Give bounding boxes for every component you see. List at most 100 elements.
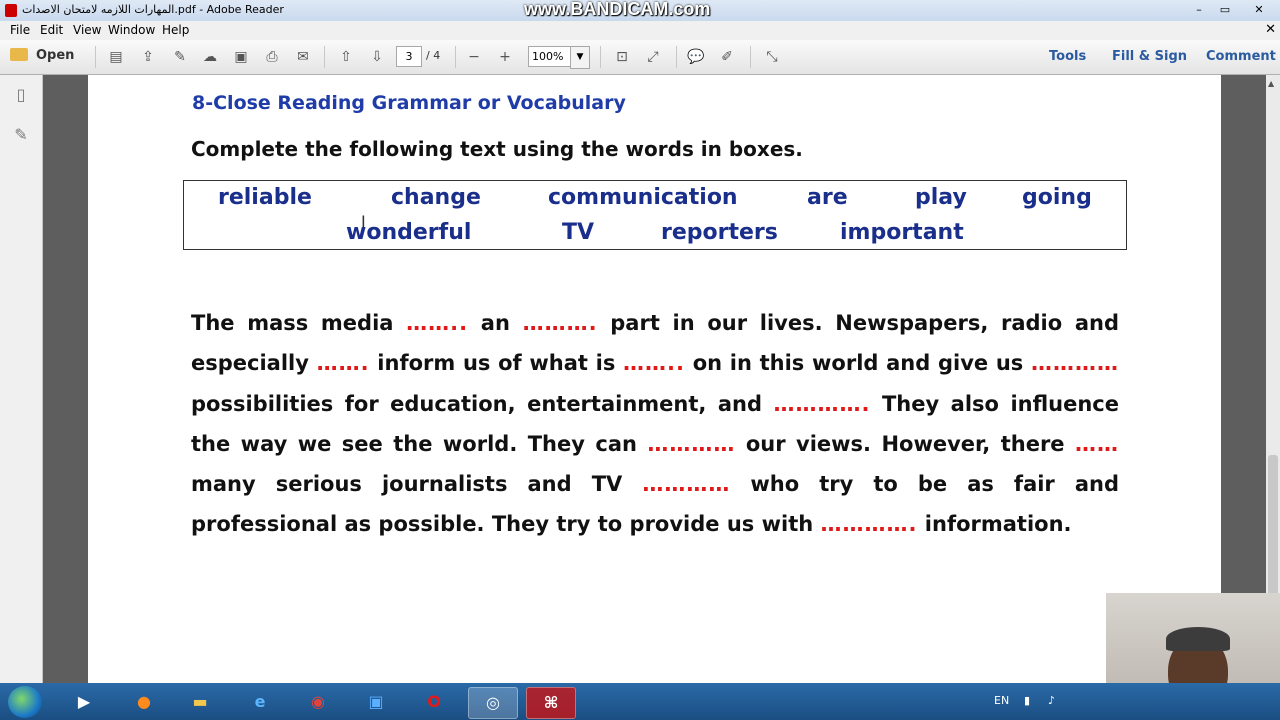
volume-icon[interactable]: ♪ [1048, 694, 1055, 707]
page-total-label: / 4 [426, 49, 441, 62]
bandicam-icon[interactable]: ◎ [468, 687, 518, 719]
toolbar-separator [600, 46, 601, 68]
adobe-reader-taskbar-icon[interactable]: ⌘ [526, 687, 576, 719]
blank-9: ………… [642, 472, 731, 497]
adobe-reader-icon [5, 4, 17, 17]
maximize-button[interactable]: ▭ [1214, 2, 1236, 17]
menu-bar: File Edit View Window Help ✕ [0, 21, 1280, 40]
exercise-instruction: Complete the following text using the wo… [191, 137, 803, 161]
passage-text: on in this world and give us [685, 351, 1031, 376]
word-play: play [915, 185, 967, 210]
exercise-heading: 8-Close Reading Grammar or Vocabulary [192, 92, 626, 114]
blank-6: …………. [773, 391, 871, 416]
start-button-icon[interactable] [8, 686, 42, 718]
close-button[interactable]: ✕ [1244, 2, 1274, 17]
blank-5: ………… [1031, 351, 1119, 376]
language-indicator[interactable]: EN [994, 694, 1009, 707]
chrome-icon[interactable]: ◉ [294, 687, 342, 717]
blank-8: …… [1075, 431, 1119, 456]
presenter-cap [1166, 627, 1230, 651]
word-reporters: reporters [661, 220, 778, 245]
passage-text: inform us of what is [369, 351, 624, 376]
sticky-note-icon[interactable]: 💬 [686, 48, 706, 66]
toolbar-separator [676, 46, 677, 68]
toolbar-separator [95, 46, 96, 68]
fit-width-icon[interactable]: ⤢ [643, 48, 663, 66]
opera-icon[interactable]: O [410, 687, 458, 717]
word-going: going [1022, 185, 1092, 210]
menu-edit[interactable]: Edit [40, 23, 63, 37]
text-cursor-icon: I [361, 212, 366, 231]
word-communication: communication [548, 185, 738, 210]
word-reliable: reliable [218, 185, 312, 210]
minimize-button[interactable]: – [1188, 2, 1210, 17]
blank-2: ………. [522, 311, 598, 335]
open-button[interactable]: Open [10, 48, 74, 63]
file-explorer-icon[interactable]: ▬ [176, 687, 224, 717]
vertical-scrollbar[interactable]: ▲ [1266, 75, 1280, 683]
media-player-icon[interactable]: ▶ [60, 687, 108, 717]
zoom-out-icon[interactable]: − [464, 48, 484, 66]
firefox-icon[interactable]: ● [120, 687, 168, 717]
zoom-input[interactable]: 100% [528, 46, 571, 67]
network-icon[interactable]: ▮ [1024, 694, 1030, 707]
toolbar: Open ▤ ⇪ ✎ ☁ ▣ ⎙ ✉ ⇧ ⇩ − + ⊡ ⤢ 💬 ✐ ⤡ [0, 40, 1280, 75]
print-icon[interactable]: ⎙ [262, 48, 282, 66]
word-important: important [840, 220, 964, 245]
menu-help[interactable]: Help [162, 23, 189, 37]
edit-pdf-icon[interactable]: ✎ [170, 48, 190, 66]
word-box: reliable change communication are play g… [183, 180, 1127, 250]
internet-explorer-icon[interactable]: e [236, 687, 284, 717]
fit-page-icon[interactable]: ⊡ [612, 48, 632, 66]
title-bar: المهارات اللازمه لامتحان الاصدات.pdf - A… [0, 0, 1280, 21]
blank-3: ……. [316, 351, 370, 376]
blank-7: ………… [647, 431, 736, 456]
toolbar-separator [750, 46, 751, 68]
word-change: change [391, 185, 481, 210]
cloze-passage: The mass media …….. an ………. part in our … [191, 303, 1119, 545]
menu-view[interactable]: View [73, 23, 101, 37]
zoom-icon[interactable]: ▣ [352, 687, 400, 717]
passage-text: information. [917, 512, 1072, 537]
fill-sign-button[interactable]: Fill & Sign [1112, 49, 1187, 64]
window-title: المهارات اللازمه لامتحان الاصدات.pdf - A… [22, 3, 284, 16]
next-page-icon[interactable]: ⇩ [367, 48, 387, 66]
menu-window[interactable]: Window [108, 23, 155, 37]
windows-taskbar: ▶ ● ▬ e ◉ ▣ O ◎ ⌘ EN ▮ ♪ [0, 683, 1280, 720]
highlight-icon[interactable]: ✐ [717, 48, 737, 66]
attachments-icon[interactable]: ✎ [12, 125, 30, 145]
blank-4: …….. [623, 351, 685, 376]
comment-button[interactable]: Comment [1206, 49, 1276, 64]
zoom-dropdown-icon[interactable]: ▼ [570, 46, 590, 69]
passage-text: The mass media [191, 311, 407, 335]
scroll-up-icon[interactable]: ▲ [1268, 79, 1274, 88]
open-label: Open [36, 48, 75, 63]
passage-text: possibilities for education, entertainme… [191, 391, 774, 416]
toolbar-separator [455, 46, 456, 68]
bandicam-watermark: www.BANDICAM.com [524, 0, 711, 19]
create-pdf-icon[interactable]: ▤ [106, 48, 126, 66]
menu-file[interactable]: File [10, 23, 30, 37]
previous-page-icon[interactable]: ⇧ [336, 48, 356, 66]
scrollbar-thumb[interactable] [1268, 455, 1278, 605]
blank-10: …………. [820, 512, 918, 537]
zoom-in-icon[interactable]: + [495, 48, 515, 66]
passage-text: many serious journalists and TV [191, 472, 643, 497]
page-number-input[interactable]: 3 [396, 46, 422, 67]
word-tv: TV [562, 220, 595, 245]
close-document-icon[interactable]: ✕ [1265, 22, 1276, 37]
email-icon[interactable]: ✉ [293, 48, 313, 66]
passage-text: an [468, 311, 523, 335]
navigation-pane: ▯ ✎ [0, 75, 43, 683]
passage-text: our views. However, there [735, 431, 1075, 456]
page-thumbnails-icon[interactable]: ▯ [12, 85, 30, 105]
tools-button[interactable]: Tools [1049, 49, 1086, 64]
word-are: are [807, 185, 848, 210]
full-screen-icon[interactable]: ⤡ [762, 48, 782, 66]
toolbar-separator [324, 46, 325, 68]
cloud-upload-icon[interactable]: ☁ [200, 48, 220, 66]
export-pdf-icon[interactable]: ⇪ [138, 48, 158, 66]
pdf-page: 8-Close Reading Grammar or Vocabulary Co… [88, 75, 1221, 683]
blank-1: …….. [406, 311, 469, 335]
save-icon[interactable]: ▣ [231, 48, 251, 66]
